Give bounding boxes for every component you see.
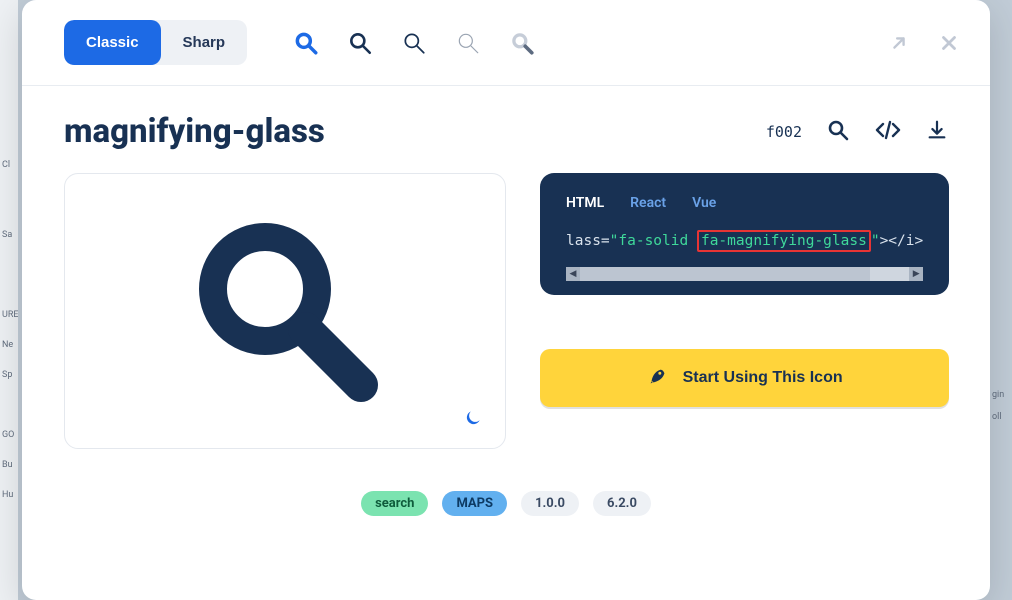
- content-row: HTML React Vue lass="fa-solid fa-magnify…: [64, 173, 948, 449]
- code-snippet-card: HTML React Vue lass="fa-solid fa-magnify…: [540, 173, 949, 295]
- start-using-button[interactable]: Start Using This Icon: [540, 349, 949, 407]
- code-tabs: HTML React Vue: [566, 195, 923, 211]
- style-toggle: Classic Sharp: [64, 20, 247, 65]
- tab-react[interactable]: React: [630, 195, 666, 211]
- background-sidebar: Cl Sa URE Ne Sp GO Bu Hu: [0, 0, 18, 600]
- scroll-left-arrow[interactable]: ◀: [566, 267, 580, 281]
- tag-maps[interactable]: MAPS: [442, 491, 507, 516]
- tab-vue[interactable]: Vue: [692, 195, 716, 211]
- close-icon[interactable]: [938, 32, 960, 54]
- title-actions: f002: [766, 118, 948, 146]
- modal-header: Classic Sharp: [22, 0, 990, 86]
- background-right: gin oll: [992, 320, 1012, 434]
- code-column: HTML React Vue lass="fa-solid fa-magnify…: [540, 173, 949, 449]
- open-external-icon[interactable]: [888, 32, 910, 54]
- code-snippet[interactable]: lass="fa-solid fa-magnifying-glass"></i>: [566, 233, 923, 249]
- variant-solid[interactable]: [293, 30, 319, 56]
- variant-light[interactable]: [401, 30, 427, 56]
- scroll-thumb[interactable]: [580, 267, 870, 281]
- rocket-icon: [647, 365, 669, 392]
- tag-version-1[interactable]: 1.0.0: [521, 491, 579, 516]
- code-icon[interactable]: [874, 118, 902, 146]
- highlighted-class: fa-magnifying-glass: [697, 230, 871, 252]
- scroll-track[interactable]: [580, 267, 909, 281]
- variant-thin[interactable]: [455, 30, 481, 56]
- cta-label: Start Using This Icon: [683, 369, 843, 387]
- code-scrollbar[interactable]: ◀ ▶: [566, 267, 923, 281]
- modal-body: magnifying-glass f002: [22, 86, 990, 600]
- tag-version-2[interactable]: 6.2.0: [593, 491, 651, 516]
- scroll-right-arrow[interactable]: ▶: [909, 267, 923, 281]
- tags-row: search MAPS 1.0.0 6.2.0: [64, 491, 948, 516]
- style-sharp-button[interactable]: Sharp: [161, 20, 248, 65]
- magnifying-glass-icon: [185, 209, 385, 413]
- variant-style-row: [293, 30, 535, 56]
- icon-name-heading: magnifying-glass: [64, 112, 325, 151]
- tab-html[interactable]: HTML: [566, 195, 604, 211]
- variant-regular[interactable]: [347, 30, 373, 56]
- download-icon[interactable]: [926, 118, 948, 146]
- unicode-value[interactable]: f002: [766, 123, 802, 141]
- style-classic-button[interactable]: Classic: [64, 20, 161, 65]
- icon-preview-card: [64, 173, 506, 449]
- icon-detail-modal: Classic Sharp: [22, 0, 990, 600]
- copy-glyph-icon[interactable]: [826, 118, 850, 146]
- tag-search[interactable]: search: [361, 491, 428, 516]
- variant-duotone[interactable]: [509, 30, 535, 56]
- title-row: magnifying-glass f002: [64, 112, 948, 151]
- theme-toggle-icon[interactable]: [463, 408, 483, 432]
